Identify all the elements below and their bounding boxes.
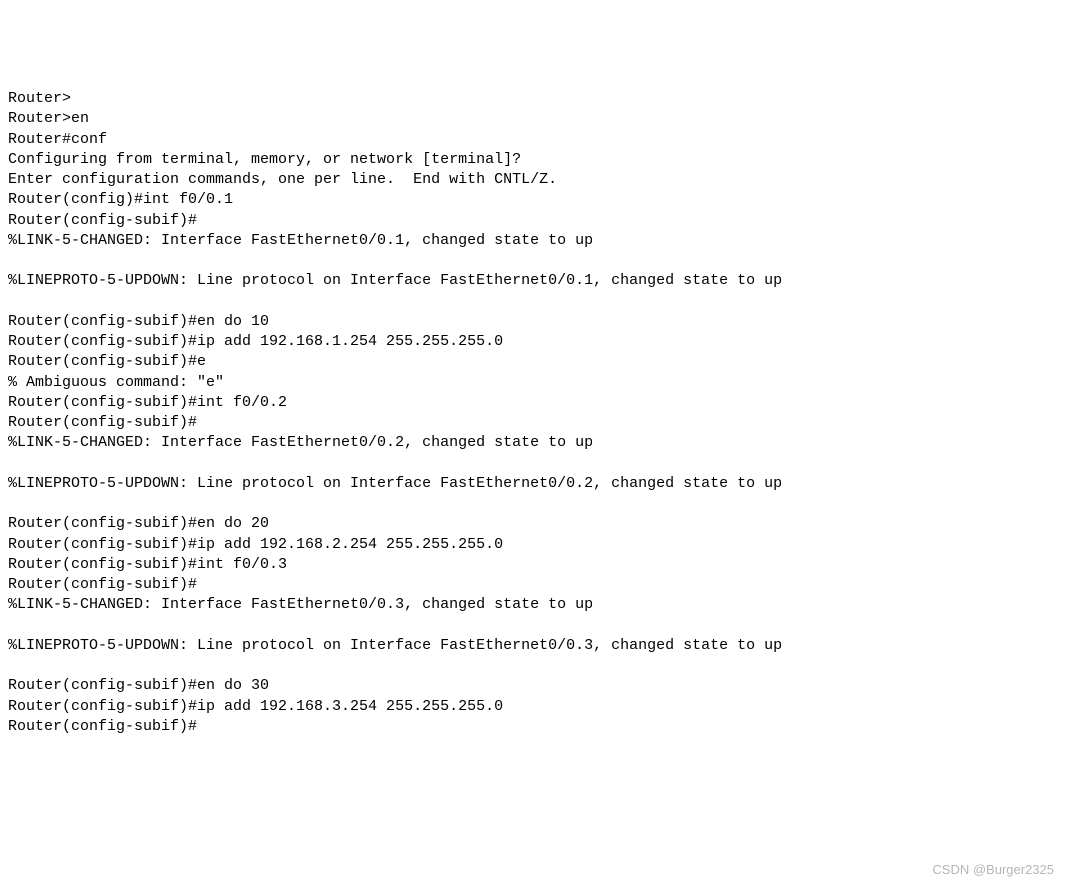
terminal-line: Router(config-subif)#e: [8, 352, 1060, 372]
terminal-line: [8, 454, 1060, 474]
terminal-line: Router(config-subif)#int f0/0.3: [8, 555, 1060, 575]
terminal-line: % Ambiguous command: "e": [8, 373, 1060, 393]
terminal-line: Router>: [8, 89, 1060, 109]
terminal-line: %LINK-5-CHANGED: Interface FastEthernet0…: [8, 595, 1060, 615]
terminal-line: Router#conf: [8, 130, 1060, 150]
terminal-line: [8, 616, 1060, 636]
terminal-line: Router>en: [8, 109, 1060, 129]
terminal-line: %LINK-5-CHANGED: Interface FastEthernet0…: [8, 433, 1060, 453]
terminal-line: Router(config-subif)#en do 30: [8, 676, 1060, 696]
terminal-line: [8, 656, 1060, 676]
terminal-line: Router(config)#int f0/0.1: [8, 190, 1060, 210]
terminal-line: %LINEPROTO-5-UPDOWN: Line protocol on In…: [8, 271, 1060, 291]
terminal-line: Router(config-subif)#ip add 192.168.1.25…: [8, 332, 1060, 352]
terminal-line: Router(config-subif)#: [8, 211, 1060, 231]
terminal-line: [8, 292, 1060, 312]
terminal-line: Enter configuration commands, one per li…: [8, 170, 1060, 190]
terminal-output[interactable]: Router>Router>enRouter#confConfiguring f…: [8, 89, 1060, 737]
terminal-line: [8, 251, 1060, 271]
terminal-line: Router(config-subif)#ip add 192.168.2.25…: [8, 535, 1060, 555]
terminal-line: Router(config-subif)#en do 10: [8, 312, 1060, 332]
terminal-line: %LINEPROTO-5-UPDOWN: Line protocol on In…: [8, 636, 1060, 656]
terminal-line: %LINK-5-CHANGED: Interface FastEthernet0…: [8, 231, 1060, 251]
terminal-line: Router(config-subif)#en do 20: [8, 514, 1060, 534]
terminal-line: Router(config-subif)#: [8, 717, 1060, 737]
terminal-line: Router(config-subif)#int f0/0.2: [8, 393, 1060, 413]
terminal-line: Router(config-subif)#: [8, 575, 1060, 595]
terminal-line: [8, 494, 1060, 514]
terminal-line: Configuring from terminal, memory, or ne…: [8, 150, 1060, 170]
watermark-text: CSDN @Burger2325: [932, 861, 1054, 879]
terminal-line: Router(config-subif)#: [8, 413, 1060, 433]
terminal-line: Router(config-subif)#ip add 192.168.3.25…: [8, 697, 1060, 717]
terminal-line: %LINEPROTO-5-UPDOWN: Line protocol on In…: [8, 474, 1060, 494]
